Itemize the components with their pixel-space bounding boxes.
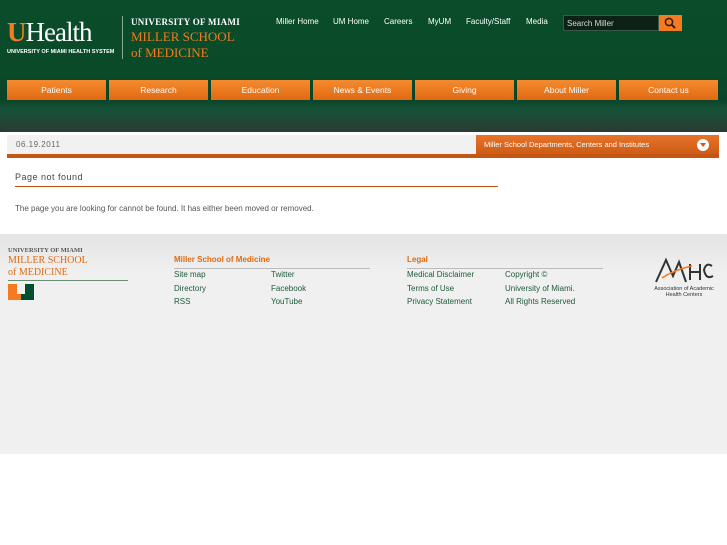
logo-university-line: UNIVERSITY OF MIAMI bbox=[131, 17, 241, 27]
footer-col1-rule bbox=[174, 268, 370, 269]
footer-logo-school1: MILLER SCHOOL bbox=[8, 255, 88, 266]
footer-logo-university: UNIVERSITY OF MIAMI bbox=[8, 247, 83, 254]
footer-link-rss[interactable]: RSS bbox=[174, 297, 190, 306]
topnav-um-home[interactable]: UM Home bbox=[333, 17, 369, 26]
logo-school-line1: MILLER SCHOOL bbox=[131, 29, 235, 44]
footer-link-youtube[interactable]: YouTube bbox=[271, 297, 302, 306]
footer-link-directory[interactable]: Directory bbox=[174, 284, 206, 293]
nav-contact-us[interactable]: Contact us bbox=[619, 80, 718, 100]
footer-link-medical-disclaimer[interactable]: Medical Disclaimer bbox=[407, 270, 474, 279]
footer-col2-heading: Legal bbox=[407, 255, 428, 264]
nav-giving[interactable]: Giving bbox=[415, 80, 514, 100]
search-input[interactable]: Search Miller bbox=[563, 15, 659, 31]
error-message: The page you are looking for cannot be f… bbox=[15, 204, 314, 213]
topnav-media[interactable]: Media bbox=[526, 17, 548, 26]
site-header: UHealth UNIVERSITY OF MIAMI HEALTH SYSTE… bbox=[0, 0, 727, 132]
footer-logo-divider bbox=[8, 280, 128, 281]
nav-about-miller[interactable]: About Miller bbox=[517, 80, 616, 100]
site-footer: UNIVERSITY OF MIAMI MILLER SCHOOL of MED… bbox=[0, 234, 727, 454]
uhealth-logo[interactable]: UHealth UNIVERSITY OF MIAMI HEALTH SYSTE… bbox=[7, 17, 115, 57]
current-date: 06.19.2011 bbox=[16, 140, 61, 149]
nav-news-events[interactable]: News & Events bbox=[313, 80, 412, 100]
um-u-logo-icon bbox=[8, 284, 34, 300]
aahc-mark-icon bbox=[655, 257, 714, 283]
footer-miller-logo[interactable]: UNIVERSITY OF MIAMI MILLER SCHOOL of MED… bbox=[8, 247, 88, 278]
topnav-faculty-staff[interactable]: Faculty/Staff bbox=[466, 17, 510, 26]
footer-copyright-line3: All Rights Reserved bbox=[505, 297, 576, 306]
footer-link-privacy-statement[interactable]: Privacy Statement bbox=[407, 297, 472, 306]
footer-copyright-line2: University of Miami. bbox=[505, 284, 575, 293]
topnav-miller-home[interactable]: Miller Home bbox=[276, 17, 319, 26]
departments-dropdown[interactable]: Miller School Departments, Centers and I… bbox=[476, 135, 719, 154]
aahc-logo[interactable]: Association of Academic Health Centers bbox=[648, 256, 720, 302]
aahc-label-line2: Health Centers bbox=[665, 292, 703, 298]
page-title: Page not found bbox=[15, 172, 84, 182]
main-content: 06.19.2011 Miller School Departments, Ce… bbox=[7, 132, 719, 234]
uhealth-subtitle: UNIVERSITY OF MIAMI HEALTH SYSTEM bbox=[7, 49, 115, 55]
footer-link-twitter[interactable]: Twitter bbox=[271, 270, 295, 279]
topnav-careers[interactable]: Careers bbox=[384, 17, 412, 26]
nav-research[interactable]: Research bbox=[109, 80, 208, 100]
aahc-label: Association of Academic Health Centers bbox=[648, 286, 720, 298]
footer-col1-heading: Miller School of Medicine bbox=[174, 255, 271, 264]
topnav-myum[interactable]: MyUM bbox=[428, 17, 451, 26]
nav-patients[interactable]: Patients bbox=[7, 80, 106, 100]
footer-link-terms-of-use[interactable]: Terms of Use bbox=[407, 284, 454, 293]
footer-link-site-map[interactable]: Site map bbox=[174, 270, 206, 279]
footer-logo-school2: of MEDICINE bbox=[8, 267, 68, 278]
search-button[interactable] bbox=[659, 15, 682, 31]
nav-education[interactable]: Education bbox=[211, 80, 310, 100]
search-icon bbox=[664, 17, 676, 29]
departments-dropdown-label: Miller School Departments, Centers and I… bbox=[484, 140, 650, 149]
footer-copyright-line1: Copyright © bbox=[505, 270, 548, 279]
footer-col2-rule bbox=[407, 268, 603, 269]
chevron-down-icon[interactable] bbox=[697, 139, 709, 151]
logo-school-line2: of MEDICINE bbox=[131, 45, 209, 60]
title-divider bbox=[15, 186, 498, 187]
uhealth-wordmark: UHealth bbox=[7, 17, 92, 47]
miller-school-logo[interactable]: UNIVERSITY OF MIAMI MILLER SCHOOL of MED… bbox=[131, 17, 240, 59]
logo-divider bbox=[122, 16, 123, 59]
footer-link-facebook[interactable]: Facebook bbox=[271, 284, 306, 293]
date-bar: 06.19.2011 Miller School Departments, Ce… bbox=[7, 135, 719, 158]
